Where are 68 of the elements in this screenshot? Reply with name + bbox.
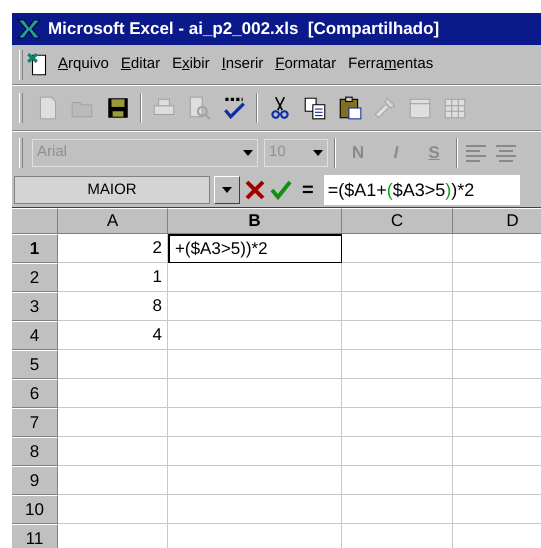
dropdown-arrow-icon [222,187,232,193]
table-cell: 4 [58,321,168,350]
grid-cell[interactable] [342,292,453,321]
spreadsheet-app-icon [16,18,42,40]
grid-cell[interactable] [342,379,453,408]
table-cell: 8 [58,292,168,321]
row-header[interactable]: 10 [12,495,58,524]
grid-cell[interactable] [342,350,453,379]
row-header[interactable]: 4 [12,321,58,350]
align-center-icon[interactable] [494,142,518,162]
column-header[interactable]: D [453,208,541,234]
grid-cell[interactable] [168,379,342,408]
row-header[interactable]: 6 [12,379,58,408]
name-box[interactable]: MAIOR [14,176,210,204]
grid-cell[interactable] [168,292,342,321]
grid-cell[interactable] [58,466,168,495]
clipboard-icon[interactable] [337,95,363,121]
row-header[interactable]: 9 [12,466,58,495]
align-left-icon[interactable] [464,142,488,162]
equals-button[interactable]: = [296,175,320,205]
row-header[interactable]: 3 [12,292,58,321]
grid-cell[interactable] [342,408,453,437]
grid-cell[interactable] [342,466,453,495]
menu-item[interactable]: Exibir [166,53,216,76]
grid-cell[interactable] [58,408,168,437]
menu-item[interactable]: Arquivo [52,53,115,76]
grid-cell[interactable] [168,408,342,437]
grid-cell[interactable] [58,495,168,524]
spell-check-icon[interactable] [221,95,247,121]
grid-cell[interactable] [168,350,342,379]
grid-cell[interactable] [58,379,168,408]
row-header[interactable]: 5 [12,350,58,379]
grid-cell[interactable] [58,350,168,379]
formula-field[interactable]: =($A1+($A3>5))*2 [324,175,520,205]
grid-cell[interactable] [342,263,453,292]
copy-icon[interactable] [302,95,328,121]
column-header[interactable]: C [342,208,453,234]
menu-item[interactable]: Formatar [269,53,342,76]
grid-cell[interactable] [342,495,453,524]
dropdown-arrow-icon [313,150,323,156]
table-cell: 1 [58,263,168,292]
grid-cell[interactable] [58,437,168,466]
table-cell: +($A3>5))*2 [168,234,342,263]
grid-cell[interactable] [168,263,342,292]
window-title: Microsoft Excel - ai_p2_002.xls [Compartilhado] [48,18,440,40]
grid-cell[interactable] [342,437,453,466]
dropdown-button[interactable] [214,176,240,204]
cancel-icon[interactable] [244,179,266,201]
grid-cell[interactable] [168,495,342,524]
checkmark-icon[interactable] [270,179,292,201]
row-header[interactable]: 1 [12,234,58,263]
menu-item[interactable]: Ferramentas [342,53,440,76]
dropdown-arrow-icon [243,150,253,156]
column-header[interactable]: A [58,208,168,234]
grid-cell[interactable] [168,321,342,350]
column-header[interactable]: B [168,208,342,234]
row-header[interactable]: 11 [12,524,58,548]
grid-cell[interactable] [342,321,453,350]
grid-cell[interactable] [168,466,342,495]
menu-item[interactable]: Inserir [216,53,270,76]
table-cell: 2 [58,234,168,263]
menu-item[interactable]: Editar [114,53,166,76]
grid-cell[interactable] [342,234,453,263]
row-header[interactable]: 8 [12,437,58,466]
grid-cell[interactable] [168,437,342,466]
row-header[interactable]: 7 [12,408,58,437]
row-header[interactable]: 2 [12,263,58,292]
select-all-corner[interactable] [12,208,58,234]
